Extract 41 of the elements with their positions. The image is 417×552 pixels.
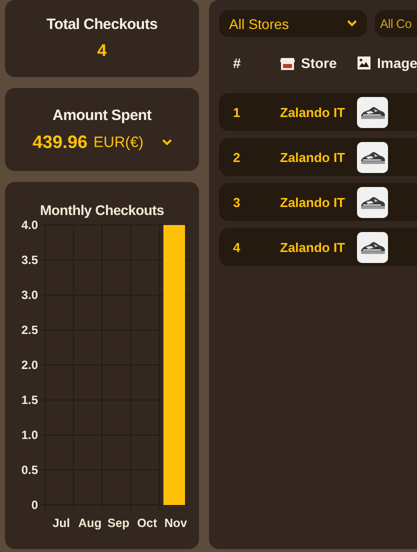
store-name: Zalando IT bbox=[280, 240, 346, 254]
x-tick-label: Sep bbox=[108, 516, 130, 530]
table-row[interactable]: 1 Zalando IT bbox=[219, 93, 417, 131]
row-number: 2 bbox=[232, 150, 242, 164]
stat-label: Amount Spent bbox=[52, 106, 152, 124]
row-number: 1 bbox=[232, 104, 242, 120]
x-tick-label: Jul bbox=[52, 516, 70, 530]
y-tick-label: 2.0 bbox=[21, 358, 38, 372]
store-name: Zalando IT bbox=[280, 104, 346, 120]
column-header[interactable]: Image bbox=[357, 55, 417, 71]
currency-select[interactable]: EUR(€) bbox=[94, 134, 172, 150]
row-number: 3 bbox=[232, 194, 242, 210]
stat-label: Total Checkouts bbox=[46, 16, 158, 33]
stat-value: 4 bbox=[97, 41, 107, 61]
y-tick-label: 3.0 bbox=[21, 288, 38, 302]
chevron-down-icon bbox=[162, 138, 172, 146]
image-icon bbox=[357, 56, 371, 70]
y-tick-label: 0.5 bbox=[21, 463, 38, 477]
y-tick-label: 4.0 bbox=[21, 218, 38, 232]
column-header[interactable]: Store bbox=[280, 55, 357, 71]
stat-value: 439.96 bbox=[32, 132, 88, 152]
table-row[interactable]: 4 Zalando IT bbox=[219, 228, 417, 266]
y-tick-label: 2.5 bbox=[21, 323, 38, 337]
x-tick-label: Aug bbox=[78, 516, 102, 530]
filter-select[interactable]: All Co bbox=[375, 10, 417, 37]
y-tick-label: 1.5 bbox=[21, 393, 38, 407]
chevron-down-icon bbox=[347, 20, 357, 27]
column-header[interactable]: # bbox=[219, 55, 280, 71]
store-name: Zalando IT bbox=[280, 194, 346, 210]
store-icon bbox=[280, 56, 295, 70]
filter-select[interactable]: All Stores bbox=[219, 10, 367, 37]
store-name: Zalando IT bbox=[280, 150, 346, 164]
table-row[interactable]: 2 Zalando IT bbox=[219, 138, 417, 176]
y-tick-label: 3.5 bbox=[21, 253, 38, 267]
chart-title: Monthly Checkouts bbox=[40, 202, 164, 218]
row-number: 4 bbox=[232, 240, 242, 254]
table-row[interactable]: 3 Zalando IT bbox=[219, 183, 417, 221]
x-tick-label: Nov bbox=[164, 516, 188, 530]
y-tick-label: 0 bbox=[31, 498, 38, 512]
x-tick-label: Oct bbox=[137, 516, 158, 530]
y-tick-label: 1.0 bbox=[21, 428, 38, 442]
